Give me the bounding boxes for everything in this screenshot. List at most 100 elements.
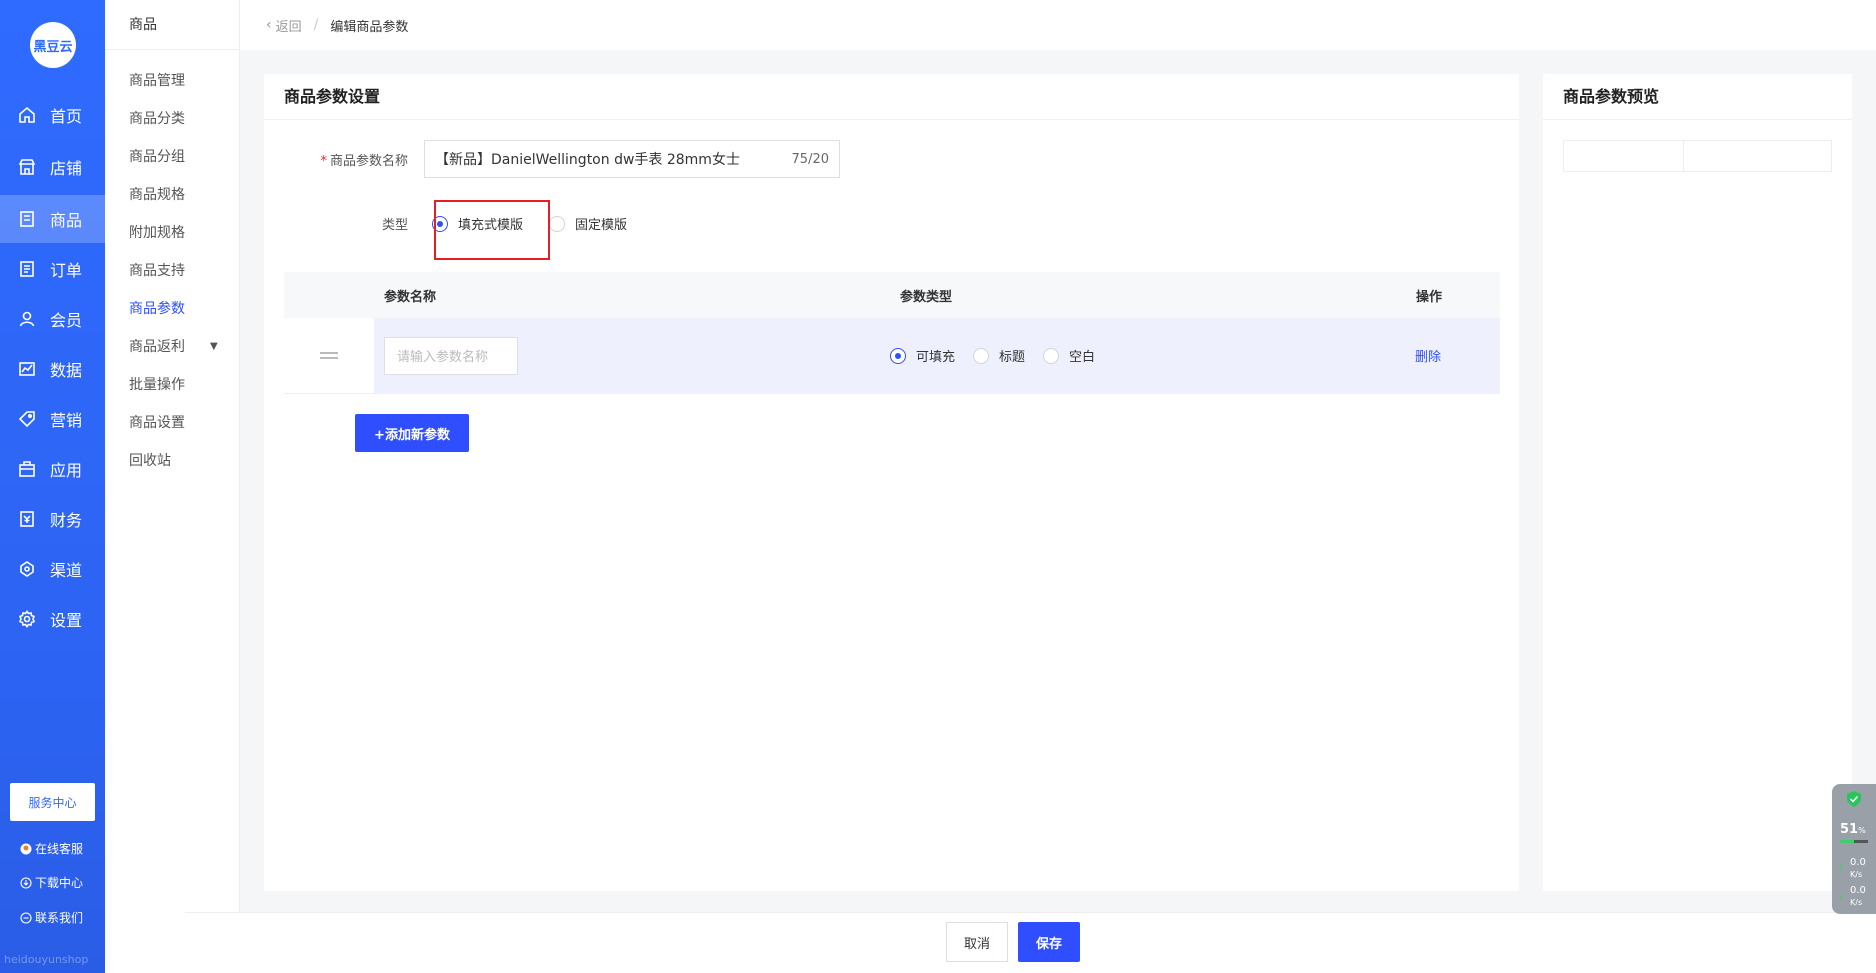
sub-nav: 商品 商品管理 商品分类 商品分组 商品规格 附加规格 商品支持 商品参数 商品… (105, 0, 240, 973)
nav-item-channel[interactable]: 渠道 (0, 545, 105, 593)
table-row: 请输入参数名称 可填充 标题 空白 删除 (284, 317, 1500, 394)
gear-icon (18, 610, 36, 628)
table-header: 参数名称 参数类型 操作 (284, 272, 1500, 318)
highlight-annotation (434, 200, 550, 260)
avatar-icon (20, 843, 32, 855)
download-unit: K/s (1850, 898, 1863, 907)
tag-icon (18, 410, 36, 428)
radio-circle (973, 347, 990, 364)
nav-item-data[interactable]: 数据 (0, 345, 105, 393)
down-arrow-icon: ↓ (1837, 892, 1845, 902)
breadcrumb: ‹ 返回 / 编辑商品参数 (240, 0, 1876, 50)
delete-link[interactable]: 删除 (1415, 346, 1441, 365)
nav-item-app[interactable]: 应用 (0, 445, 105, 493)
logo[interactable]: 黑豆云 (30, 22, 76, 68)
nav-item-label: 财务 (50, 511, 83, 530)
caret-down-icon[interactable]: ▼ (210, 341, 218, 352)
chat-icon (20, 911, 32, 924)
type-title-radio[interactable]: 标题 (973, 346, 1025, 365)
name-row: * 商品参数名称 【新品】DanielWellington dw手表 28mm女士… (264, 140, 840, 178)
subnav-item-goods-manage[interactable]: 商品管理 (129, 70, 185, 90)
service-center-button[interactable]: 服务中心 (10, 783, 95, 821)
preview-title: 商品参数预览 (1543, 74, 1852, 120)
subnav-title: 商品 (105, 0, 239, 50)
nav-item-home[interactable]: 首页 (0, 91, 105, 139)
type-fillable-radio[interactable]: 可填充 (890, 346, 955, 365)
percent-unit: % (1858, 826, 1866, 835)
download-speed: 0.0 (1850, 885, 1866, 896)
preview-table (1563, 140, 1832, 172)
data-icon (18, 360, 36, 378)
breadcrumb-current: 编辑商品参数 (330, 19, 409, 35)
order-icon (18, 260, 36, 278)
subnav-item-goods-category[interactable]: 商品分类 (129, 108, 185, 128)
logo-text: 黑豆云 (33, 39, 73, 55)
member-icon (18, 310, 36, 328)
drag-handle-icon[interactable] (284, 318, 374, 394)
subnav-item-goods-rebate[interactable]: 商品返利 (129, 336, 185, 356)
param-name-input-row[interactable]: 请输入参数名称 (384, 336, 518, 375)
param-type-group: 可填充 标题 空白 (890, 346, 1095, 365)
home-icon (18, 106, 36, 124)
param-name-input[interactable]: 【新品】DanielWellington dw手表 28mm女士 75/20 (424, 140, 840, 178)
domain-watermark: heidouyunshop (4, 953, 89, 966)
params-settings-card: 商品参数设置 * 商品参数名称 【新品】DanielWellington dw手表… (264, 74, 1519, 891)
header-param-type: 参数类型 (900, 289, 953, 305)
type-blank-radio[interactable]: 空白 (1043, 346, 1095, 365)
radio-circle (890, 347, 906, 364)
subnav-item-extra-spec[interactable]: 附加规格 (129, 222, 185, 242)
shield-icon (1847, 791, 1861, 807)
header-param-name: 参数名称 (384, 289, 437, 305)
name-label-text: 商品参数名称 (329, 153, 408, 169)
preview-cell (1564, 141, 1684, 171)
nav-item-settings[interactable]: 设置 (0, 595, 105, 643)
nav-item-label: 营销 (50, 411, 83, 430)
percent-value: 51 (1840, 822, 1859, 837)
subnav-item-goods-group[interactable]: 商品分组 (129, 146, 185, 166)
subnav-item-goods-support[interactable]: 商品支持 (129, 260, 185, 280)
nav-item-finance[interactable]: 财务 (0, 495, 105, 543)
goods-icon (18, 210, 36, 228)
param-name-value: 【新品】DanielWellington dw手表 28mm女士 (435, 152, 740, 168)
nav-item-shop[interactable]: 店铺 (0, 143, 105, 191)
card-title: 商品参数设置 (264, 74, 1519, 120)
radio-label: 可填充 (916, 350, 956, 365)
online-service-link[interactable]: 在线客服 (20, 840, 83, 857)
nav-item-goods[interactable]: 商品 (0, 195, 105, 243)
subnav-item-goods-settings[interactable]: 商品设置 (129, 412, 185, 432)
nav-item-member[interactable]: 会员 (0, 295, 105, 343)
subnav-item-goods-spec[interactable]: 商品规格 (129, 184, 185, 204)
upload-unit: K/s (1850, 870, 1863, 879)
app-icon (18, 460, 36, 478)
save-button[interactable]: 保存 (1018, 922, 1080, 962)
cancel-button[interactable]: 取消 (946, 922, 1008, 962)
chevron-left-icon: ‹ (266, 17, 272, 33)
nav-item-label: 应用 (50, 461, 83, 480)
contact-us-link[interactable]: 联系我们 (20, 909, 83, 926)
name-label: * 商品参数名称 (264, 150, 424, 169)
radio-circle (549, 215, 566, 232)
back-link[interactable]: ‹ 返回 (266, 16, 302, 35)
nav-item-marketing[interactable]: 营销 (0, 395, 105, 443)
param-name-placeholder: 请输入参数名称 (397, 350, 489, 365)
add-param-button[interactable]: +添加新参数 (355, 414, 469, 452)
subnav-item-goods-params[interactable]: 商品参数 (129, 298, 185, 318)
download-center-link[interactable]: 下载中心 (20, 874, 83, 891)
radio-label: 固定模版 (575, 218, 628, 233)
channel-icon (18, 560, 36, 578)
upload-speed: 0.0 (1850, 857, 1866, 868)
preview-card: 商品参数预览 (1543, 74, 1852, 891)
type-fixed-template-radio[interactable]: 固定模版 (549, 214, 627, 233)
param-table: 参数名称 参数类型 操作 请输入参数名称 可填充 标题 空白 删除 (284, 272, 1500, 394)
required-mark: * (320, 153, 327, 169)
subnav-item-recycle[interactable]: 回收站 (129, 450, 171, 470)
subnav-item-batch[interactable]: 批量操作 (129, 374, 185, 394)
network-monitor-widget[interactable]: 51% ↑ 0.0 K/s ↓ 0.0 K/s (1832, 784, 1876, 914)
nav-item-label: 订单 (50, 261, 83, 280)
usage-bar (1840, 840, 1868, 843)
back-label: 返回 (275, 19, 302, 35)
download-center-label: 下载中心 (35, 876, 84, 890)
main-nav: 黑豆云 首页 店铺 商品 订单 会员 数据 营销 应用 财务 渠道 设置 服务中… (0, 0, 105, 973)
nav-item-order[interactable]: 订单 (0, 245, 105, 293)
header-action: 操作 (1416, 289, 1443, 305)
